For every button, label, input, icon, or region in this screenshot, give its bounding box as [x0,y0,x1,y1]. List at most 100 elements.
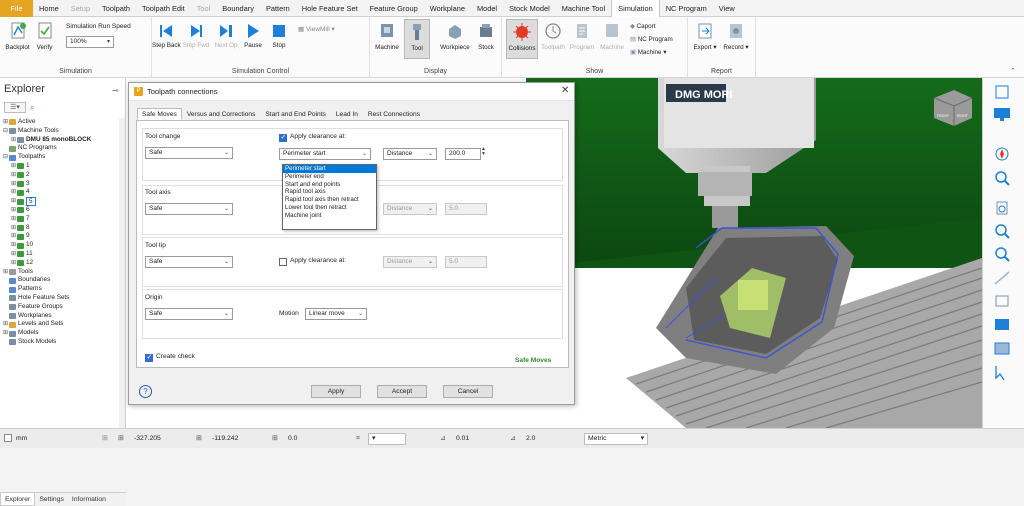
tree-item[interactable]: ⊞ Tools [2,268,124,277]
tree-item[interactable]: ⊞ 10 [2,241,124,250]
view-compass-icon[interactable] [992,146,1012,162]
step-back-button[interactable]: Step Back [152,23,181,49]
view-box-icon[interactable] [992,292,1012,308]
menu-tab-workplane[interactable]: Workplane [424,0,471,17]
expand-icon[interactable]: ⊞ [10,224,17,233]
expand-icon[interactable]: ⊞ [10,197,17,206]
record-button[interactable]: Record ▾ [722,21,750,51]
expand-icon[interactable]: ⊞ [10,136,17,145]
tool-tip-amount-input[interactable]: 5.0 [445,256,487,268]
tree-item[interactable]: ⊞ Active [2,118,124,127]
nc-program-item[interactable]: ▤ NC Program [630,36,673,43]
expand-icon[interactable]: ⊞ [10,241,17,250]
dropdown-option[interactable]: Lower tool then retract [283,204,376,212]
tree-item[interactable]: Patterns [2,285,124,294]
expand-icon[interactable]: ⊞ [2,320,9,329]
menu-tab-stock-model[interactable]: Stock Model [503,0,556,17]
expand-icon[interactable]: ⊞ [10,180,17,189]
tool-axis-select[interactable]: Safe ⌄ [145,203,233,215]
wireframe-icon[interactable] [992,340,1012,356]
expand-icon[interactable]: ⊞ [10,259,17,268]
tool-tip-measure-select[interactable]: Distance ⌄ [383,256,437,268]
tree-item[interactable]: ⊞ 7 [2,215,124,224]
tool-axis-amount-input[interactable]: 5.0 [445,203,487,215]
line-tool-icon[interactable] [992,270,1012,286]
menu-tab-boundary[interactable]: Boundary [216,0,260,17]
step-fwd-button[interactable]: Step Fwd [182,23,210,49]
tool-tip-select[interactable]: Safe ⌄ [145,256,233,268]
measure-select[interactable]: Distance ⌄ [383,148,437,160]
menu-tab-nc-program[interactable]: NC Program [660,0,713,17]
explorer-tab-explorer[interactable]: Explorer [0,493,36,506]
zoom-fit-icon[interactable] [992,223,1012,239]
dropdown-option[interactable]: Machine joint [283,212,376,220]
dialog-tab-lead-in[interactable]: Lead In [331,108,363,120]
caport-item[interactable]: ◆ Caport [630,23,656,30]
tree-item[interactable]: ⊟ Machine Tools [2,127,124,136]
verify-button[interactable]: Verify [32,21,57,51]
backplot-button[interactable]: Backplot [5,21,30,51]
machine-button[interactable]: Machine [374,21,400,51]
menu-tab-hole-feature-set[interactable]: Hole Feature Set [296,0,364,17]
collapse-ribbon-icon[interactable]: ⌃ [1010,67,1016,75]
tree-item[interactable]: ⊞ 2 [2,171,124,180]
cancel-button[interactable]: Cancel [443,385,493,398]
tree-item[interactable]: ⊟ Toolpaths [2,153,124,162]
next-op-button[interactable]: Next Op [212,23,240,49]
tree-item[interactable]: ⊞ 12 [2,259,124,268]
tree-item[interactable]: Feature Groups [2,303,124,312]
menu-tab-toolpath[interactable]: Toolpath [96,0,136,17]
view-iso-icon[interactable] [992,84,1012,100]
menu-tab-setup[interactable]: Setup [65,0,96,17]
tool-change-select[interactable]: Safe ⌄ [145,147,233,159]
apply-clearance-checkbox[interactable] [279,133,287,142]
dialog-tab-versus-and-corrections[interactable]: Versus and Corrections [182,108,261,120]
dropdown-option[interactable]: Start and end points [283,181,376,189]
tree-item[interactable]: Boundaries [2,276,124,285]
stop-button[interactable]: Stop [268,23,290,49]
machine-show-button[interactable]: Machine [598,21,626,51]
menu-tab-toolpath-edit[interactable]: Toolpath Edit [136,0,191,17]
expand-icon[interactable]: ⊞ [10,206,17,215]
unit-system-select[interactable]: Metric ▾ [584,433,648,445]
origin-select[interactable]: Safe ⌄ [145,308,233,320]
status-grid-icon[interactable] [4,434,12,442]
zoom-box-icon[interactable] [992,246,1012,262]
tree-item[interactable]: ⊞ 9 [2,232,124,241]
expand-icon[interactable]: ⊞ [10,250,17,259]
dropdown-option[interactable]: Perimeter end [283,173,376,181]
dropdown-option[interactable]: Perimeter start [283,165,376,173]
select-icon[interactable] [992,364,1012,380]
collisions-button[interactable]: Collisions [506,19,538,59]
zoom-icon[interactable] [992,170,1012,186]
tree-item[interactable]: ⊞ Levels and Sets [2,320,124,329]
expand-icon[interactable]: ⊞ [10,188,17,197]
run-speed-select[interactable]: 100% ▾ [66,36,114,48]
expand-icon[interactable]: ⊞ [10,162,17,171]
shaded-icon[interactable] [992,316,1012,332]
menu-tab-simulation[interactable]: Simulation [611,0,660,17]
expand-icon[interactable]: ⊟ [2,153,9,162]
export-button[interactable]: Export ▾ [692,21,718,51]
expand-icon[interactable]: ⊞ [10,215,17,224]
tree-item[interactable]: ⊞ Models [2,329,124,338]
tree-item[interactable]: Stock Models [2,338,124,347]
help-icon[interactable]: ? [139,385,152,398]
refresh-icon[interactable] [992,200,1012,216]
tool-tip-apply-checkbox[interactable] [279,258,287,266]
dialog-tab-start-and-end-points[interactable]: Start and End Points [260,108,330,120]
menu-tab-machine-tool[interactable]: Machine Tool [556,0,611,17]
menu-tab-home[interactable]: Home [33,0,65,17]
tree-item[interactable]: NC Programs [2,144,124,153]
workplane-select[interactable]: ▾ [368,433,406,445]
dropdown-option[interactable]: Rapid tool axis then retract [283,196,376,204]
explorer-filter-button[interactable]: ☰▾ [4,102,26,113]
expand-icon[interactable]: ⊞ [2,329,9,338]
tool-axis-measure-select[interactable]: Distance ⌄ [383,203,437,215]
explorer-tab-information[interactable]: Information [68,493,110,506]
tree-item[interactable]: ⊞ 4 [2,188,124,197]
menu-tab-model[interactable]: Model [471,0,503,17]
machine-item[interactable]: ▣ Machine ▾ [630,49,666,56]
expand-icon[interactable]: ⊞ [2,118,9,127]
menu-tab-tool[interactable]: Tool [191,0,217,17]
